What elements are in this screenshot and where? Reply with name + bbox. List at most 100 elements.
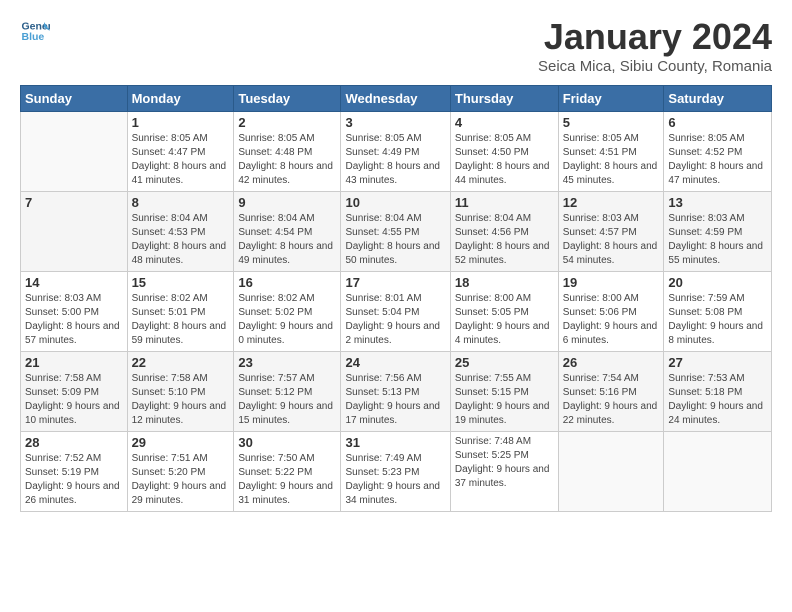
calendar-cell: 21 Sunrise: 7:58 AM Sunset: 5:09 PM Dayli… [21, 352, 128, 432]
svg-text:Blue: Blue [22, 31, 45, 43]
calendar-cell: 3Sunrise: 8:05 AM Sunset: 4:49 PM Daylig… [341, 112, 450, 192]
day-info: Sunrise: 7:54 AM Sunset: 5:16 PM Dayligh… [563, 372, 660, 428]
day-number: 14 [25, 275, 123, 290]
calendar-cell: 16Sunrise: 8:02 AM Sunset: 5:02 PM Dayli… [234, 272, 341, 352]
calendar-cell [558, 432, 664, 512]
header-sunday: Sunday [21, 86, 128, 112]
day-number: 5 [563, 115, 660, 130]
calendar-cell: 14 Sunrise: 8:03 AM Sunset: 5:00 PM Dayli… [21, 272, 128, 352]
header-friday: Friday [558, 86, 664, 112]
calendar-cell: 22 Sunrise: 7:58 AM Sunset: 5:10 PM Dayli… [127, 352, 234, 432]
calendar-cell: 24Sunrise: 7:56 AM Sunset: 5:13 PM Dayli… [341, 352, 450, 432]
day-number: 17 [345, 275, 445, 290]
day-number: 19 [563, 275, 660, 290]
day-number: 21 [25, 355, 123, 370]
calendar-cell: 18 Sunrise: 8:00 AM Sunset: 5:05 PM Dayli… [450, 272, 558, 352]
day-info: Sunrise: 8:04 AM Sunset: 4:53 PM Dayligh… [132, 212, 230, 268]
calendar-cell: 15 Sunrise: 8:02 AM Sunset: 5:01 PM Dayli… [127, 272, 234, 352]
day-info: Sunrise: 7:52 AM Sunset: 5:19 PM Dayligh… [25, 452, 123, 508]
week-row-4: 21 Sunrise: 7:58 AM Sunset: 5:09 PM Dayli… [21, 352, 772, 432]
day-info: Sunrise: 7:57 AM Sunset: 5:12 PM Dayligh… [238, 372, 336, 428]
day-info: Sunrise: 8:05 AM Sunset: 4:52 PM Dayligh… [668, 132, 767, 188]
calendar-cell: Sunrise: 7:48 AM Sunset: 5:25 PM Dayligh… [450, 432, 558, 512]
day-info: Sunrise: 8:03 AM Sunset: 4:57 PM Dayligh… [563, 212, 660, 268]
day-info: Sunrise: 8:05 AM Sunset: 4:48 PM Dayligh… [238, 132, 336, 188]
title-block: January 2024 Seica Mica, Sibiu County, R… [538, 16, 772, 75]
days-header-row: Sunday Monday Tuesday Wednesday Thursday… [21, 86, 772, 112]
header: General Blue January 2024 Seica Mica, Si… [20, 16, 772, 75]
day-number: 1 [132, 115, 230, 130]
calendar-title: January 2024 [538, 16, 772, 58]
header-thursday: Thursday [450, 86, 558, 112]
day-number: 27 [668, 355, 767, 370]
header-wednesday: Wednesday [341, 86, 450, 112]
calendar-cell: 26 Sunrise: 7:54 AM Sunset: 5:16 PM Dayli… [558, 352, 664, 432]
day-number: 28 [25, 435, 123, 450]
calendar-cell: 27 Sunrise: 7:53 AM Sunset: 5:18 PM Dayli… [664, 352, 772, 432]
day-info: Sunrise: 8:03 AM Sunset: 5:00 PM Dayligh… [25, 292, 123, 348]
day-info: Sunrise: 7:58 AM Sunset: 5:09 PM Dayligh… [25, 372, 123, 428]
day-info: Sunrise: 7:55 AM Sunset: 5:15 PM Dayligh… [455, 372, 554, 428]
day-number: 10 [345, 195, 445, 210]
day-number: 18 [455, 275, 554, 290]
day-number: 2 [238, 115, 336, 130]
day-number: 4 [455, 115, 554, 130]
day-number: 8 [132, 195, 230, 210]
calendar-cell: 17 Sunrise: 8:01 AM Sunset: 5:04 PM Dayli… [341, 272, 450, 352]
calendar-cell [664, 432, 772, 512]
day-info: Sunrise: 7:56 AM Sunset: 5:13 PM Dayligh… [345, 372, 445, 428]
day-info: Sunrise: 8:04 AM Sunset: 4:55 PM Dayligh… [345, 212, 445, 268]
calendar-cell: 10 Sunrise: 8:04 AM Sunset: 4:55 PM Dayli… [341, 192, 450, 272]
week-row-5: 28 Sunrise: 7:52 AM Sunset: 5:19 PM Dayli… [21, 432, 772, 512]
calendar-cell: 7 [21, 192, 128, 272]
day-number: 23 [238, 355, 336, 370]
calendar-cell: 6 Sunrise: 8:05 AM Sunset: 4:52 PM Daylig… [664, 112, 772, 192]
calendar-cell: 9Sunrise: 8:04 AM Sunset: 4:54 PM Daylig… [234, 192, 341, 272]
calendar-cell: 5 Sunrise: 8:05 AM Sunset: 4:51 PM Daylig… [558, 112, 664, 192]
day-number: 22 [132, 355, 230, 370]
calendar-cell: 28 Sunrise: 7:52 AM Sunset: 5:19 PM Dayli… [21, 432, 128, 512]
calendar-cell: 12 Sunrise: 8:03 AM Sunset: 4:57 PM Dayli… [558, 192, 664, 272]
day-number: 15 [132, 275, 230, 290]
week-row-2: 78 Sunrise: 8:04 AM Sunset: 4:53 PM Dayli… [21, 192, 772, 272]
calendar-cell: 1Sunrise: 8:05 AM Sunset: 4:47 PM Daylig… [127, 112, 234, 192]
day-number: 11 [455, 195, 554, 210]
day-number: 6 [668, 115, 767, 130]
day-info: Sunrise: 8:04 AM Sunset: 4:54 PM Dayligh… [238, 212, 336, 268]
week-row-3: 14 Sunrise: 8:03 AM Sunset: 5:00 PM Dayli… [21, 272, 772, 352]
page: General Blue January 2024 Seica Mica, Si… [0, 0, 792, 612]
day-info: Sunrise: 8:05 AM Sunset: 4:51 PM Dayligh… [563, 132, 660, 188]
header-saturday: Saturday [664, 86, 772, 112]
day-number: 29 [132, 435, 230, 450]
day-info: Sunrise: 7:49 AM Sunset: 5:23 PM Dayligh… [345, 452, 445, 508]
day-number: 31 [345, 435, 445, 450]
calendar-cell: 25Sunrise: 7:55 AM Sunset: 5:15 PM Dayli… [450, 352, 558, 432]
day-number: 13 [668, 195, 767, 210]
day-info: Sunrise: 7:53 AM Sunset: 5:18 PM Dayligh… [668, 372, 767, 428]
day-info: Sunrise: 8:03 AM Sunset: 4:59 PM Dayligh… [668, 212, 767, 268]
day-number: 20 [668, 275, 767, 290]
day-number: 12 [563, 195, 660, 210]
calendar-cell: 20 Sunrise: 7:59 AM Sunset: 5:08 PM Dayli… [664, 272, 772, 352]
logo-icon: General Blue [20, 16, 50, 46]
calendar-subtitle: Seica Mica, Sibiu County, Romania [538, 58, 772, 75]
calendar-cell: 2 Sunrise: 8:05 AM Sunset: 4:48 PM Daylig… [234, 112, 341, 192]
day-info: Sunrise: 8:04 AM Sunset: 4:56 PM Dayligh… [455, 212, 554, 268]
calendar-cell: 29Sunrise: 7:51 AM Sunset: 5:20 PM Dayli… [127, 432, 234, 512]
day-number: 26 [563, 355, 660, 370]
header-tuesday: Tuesday [234, 86, 341, 112]
day-number: 30 [238, 435, 336, 450]
calendar-cell: 11 Sunrise: 8:04 AM Sunset: 4:56 PM Dayli… [450, 192, 558, 272]
day-info: Sunrise: 7:58 AM Sunset: 5:10 PM Dayligh… [132, 372, 230, 428]
day-info: Sunrise: 8:01 AM Sunset: 5:04 PM Dayligh… [345, 292, 445, 348]
day-info: Sunrise: 7:59 AM Sunset: 5:08 PM Dayligh… [668, 292, 767, 348]
day-info: Sunrise: 8:05 AM Sunset: 4:49 PM Dayligh… [345, 132, 445, 188]
day-info: Sunrise: 8:02 AM Sunset: 5:01 PM Dayligh… [132, 292, 230, 348]
calendar-cell: 23 Sunrise: 7:57 AM Sunset: 5:12 PM Dayli… [234, 352, 341, 432]
week-row-1: 1Sunrise: 8:05 AM Sunset: 4:47 PM Daylig… [21, 112, 772, 192]
calendar-cell: 4 Sunrise: 8:05 AM Sunset: 4:50 PM Daylig… [450, 112, 558, 192]
day-info: Sunrise: 8:00 AM Sunset: 5:05 PM Dayligh… [455, 292, 554, 348]
day-number: 16 [238, 275, 336, 290]
day-info: Sunrise: 8:05 AM Sunset: 4:50 PM Dayligh… [455, 132, 554, 188]
day-info: Sunrise: 7:48 AM Sunset: 5:25 PM Dayligh… [455, 435, 554, 491]
